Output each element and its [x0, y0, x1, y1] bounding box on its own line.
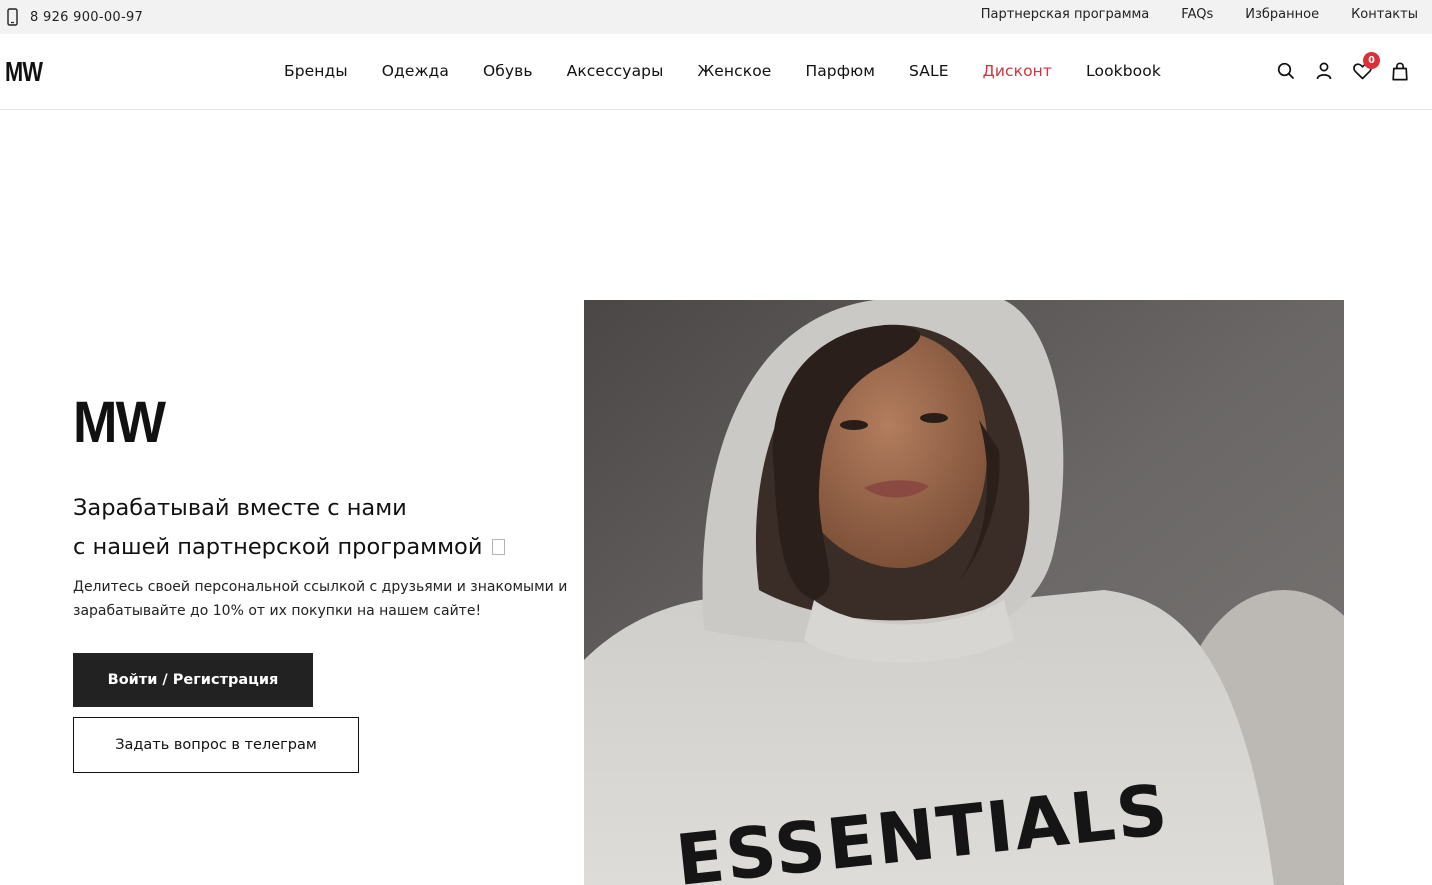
main-header: MW Бренды Одежда Обувь Аксессуары Женско…: [0, 34, 1432, 110]
link-faqs[interactable]: FAQs: [1181, 7, 1213, 22]
nav-item-brands[interactable]: Бренды: [284, 62, 348, 80]
login-register-button[interactable]: Войти / Регистрация: [73, 653, 313, 707]
hero-photo: ESSENTIALS: [584, 300, 1344, 885]
nav-item-accessories[interactable]: Аксессуары: [567, 62, 664, 80]
user-icon: [1316, 62, 1332, 80]
nav-item-perfume[interactable]: Парфюм: [805, 62, 875, 80]
header-actions: 0: [1276, 34, 1410, 108]
search-button[interactable]: [1276, 61, 1296, 81]
link-contacts[interactable]: Контакты: [1351, 7, 1418, 22]
favorites-button[interactable]: 0: [1352, 52, 1380, 81]
phone-number[interactable]: 8 926 900-00-97: [30, 10, 143, 25]
emoji-placeholder-icon: [492, 539, 506, 555]
nav-item-discount[interactable]: Дисконт: [983, 62, 1052, 80]
account-button[interactable]: [1314, 61, 1334, 81]
hero-title-line-1: Зарабатывай вместе с нами: [73, 495, 407, 521]
phone-contact[interactable]: 8 926 900-00-97: [7, 0, 143, 34]
main-nav: Бренды Одежда Обувь Аксессуары Женское П…: [284, 34, 1195, 108]
hero-description: Делитесь своей персональной ссылкой с др…: [73, 579, 568, 619]
nav-item-sale[interactable]: SALE: [909, 62, 949, 80]
hero-title: Зарабатывай вместе с нами с нашей партне…: [73, 489, 506, 567]
nav-item-women[interactable]: Женское: [697, 62, 771, 80]
search-icon: [1277, 62, 1294, 79]
hero-title-line-2: с нашей партнерской программой: [73, 534, 483, 560]
hero-logo: MW: [73, 390, 166, 455]
telegram-question-button[interactable]: Задать вопрос в телеграм: [73, 717, 359, 773]
nav-item-clothing[interactable]: Одежда: [382, 62, 449, 80]
bag-icon: [1392, 61, 1408, 80]
favorites-count-badge: 0: [1363, 52, 1380, 69]
nav-item-shoes[interactable]: Обувь: [483, 62, 533, 80]
hero-photo-illustration: ESSENTIALS: [584, 300, 1344, 885]
phone-icon: [7, 8, 18, 26]
link-favorites[interactable]: Избранное: [1245, 7, 1319, 22]
top-links: Партнерская программа FAQs Избранное Кон…: [949, 0, 1418, 28]
nav-item-lookbook[interactable]: Lookbook: [1086, 62, 1161, 80]
top-bar: 8 926 900-00-97 Партнерская программа FA…: [0, 0, 1432, 34]
site-logo[interactable]: MW: [5, 58, 43, 86]
cart-button[interactable]: [1390, 61, 1410, 81]
link-partner-program[interactable]: Партнерская программа: [981, 7, 1150, 22]
